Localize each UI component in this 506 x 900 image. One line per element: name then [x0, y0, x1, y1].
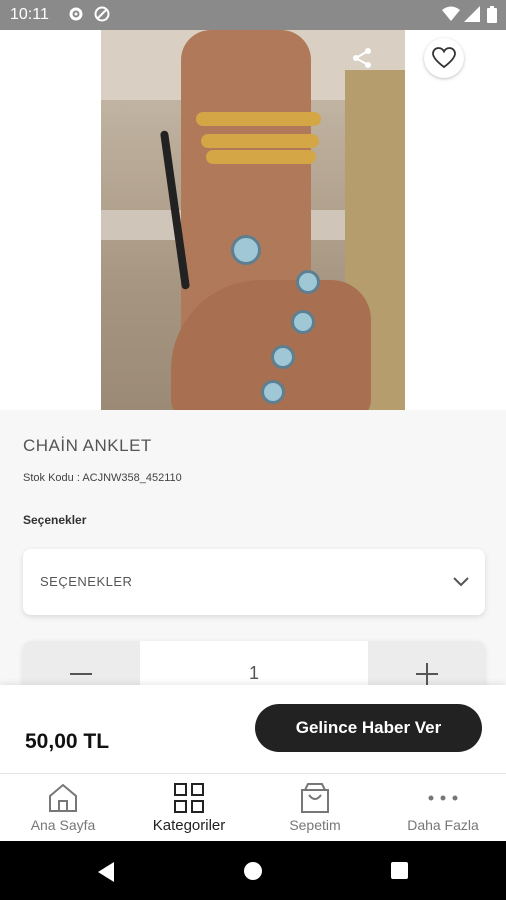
tab-categories[interactable]: Kategoriler: [126, 774, 252, 842]
wifi-icon: [442, 6, 460, 27]
tab-home[interactable]: Ana Sayfa: [0, 774, 126, 842]
minus-icon: [70, 673, 92, 675]
share-icon: [353, 48, 371, 68]
price: 50,00 TL: [25, 730, 110, 753]
tab-label: Ana Sayfa: [30, 817, 96, 833]
options-label: Seçenekler: [23, 513, 87, 527]
tab-cart[interactable]: Sepetim: [252, 774, 378, 842]
quantity-value: 1: [248, 663, 259, 683]
share-button[interactable]: [350, 46, 374, 70]
cart-icon: [301, 783, 329, 813]
options-select-value: SEÇENEKLER: [40, 574, 133, 589]
tab-label: Kategoriler: [152, 817, 226, 834]
product-image[interactable]: [101, 30, 405, 410]
system-home-icon[interactable]: [244, 862, 262, 880]
settings-icon: [68, 6, 84, 27]
options-select[interactable]: SEÇENEKLER: [23, 549, 485, 615]
status-bar: 10:11: [0, 0, 506, 30]
system-back-icon[interactable]: [96, 861, 116, 888]
system-recents-icon[interactable]: [391, 862, 408, 879]
status-time: 10:11: [10, 6, 49, 23]
grid-icon: [174, 783, 204, 813]
data-saver-icon: [94, 6, 110, 27]
tab-label: Daha Fazla: [407, 817, 479, 833]
chevron-down-icon: [451, 571, 471, 596]
battery-icon: [487, 6, 497, 28]
back-button[interactable]: [24, 44, 48, 68]
signal-icon: [464, 6, 480, 27]
tab-more[interactable]: Daha Fazla: [380, 774, 506, 842]
back-arrow-icon: [29, 46, 41, 66]
heart-icon: [432, 47, 456, 69]
bottom-tab-bar: Ana Sayfa Kategoriler Sepetim Daha Fazla: [0, 773, 506, 842]
tab-label: Sepetim: [289, 817, 341, 833]
more-icon: [428, 795, 458, 801]
product-title: CHAİN ANKLET: [23, 436, 152, 455]
notify-when-available-button[interactable]: Gelince Haber Ver: [255, 704, 482, 752]
home-icon: [49, 783, 77, 812]
stock-code: Stok Kodu : ACJNW358_452110: [23, 472, 182, 484]
favorite-button[interactable]: [424, 38, 464, 78]
